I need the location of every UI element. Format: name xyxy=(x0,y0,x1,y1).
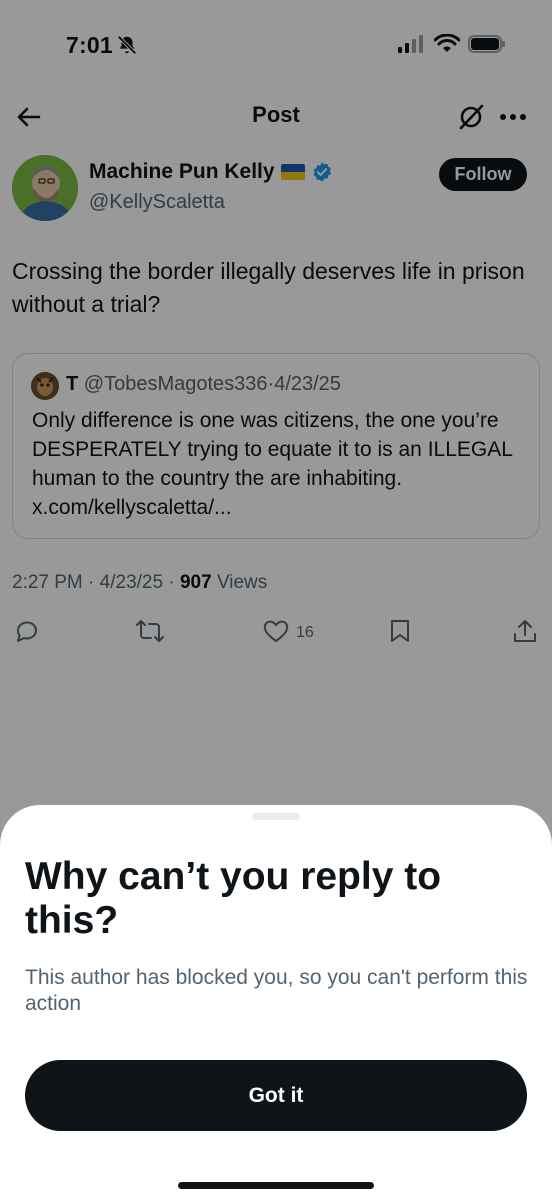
post-screen: 7:01 Post Machine Pun Kelly @KellyScalet… xyxy=(0,0,552,1200)
sheet-grabber[interactable] xyxy=(252,813,300,820)
got-it-button[interactable]: Got it xyxy=(25,1060,527,1131)
home-indicator[interactable] xyxy=(178,1182,374,1189)
sheet-message: This author has blocked you, so you can'… xyxy=(25,966,528,1015)
bottom-sheet: Why can’t you reply to this? This author… xyxy=(0,805,552,1200)
sheet-title: Why can’t you reply to this? xyxy=(25,855,442,942)
